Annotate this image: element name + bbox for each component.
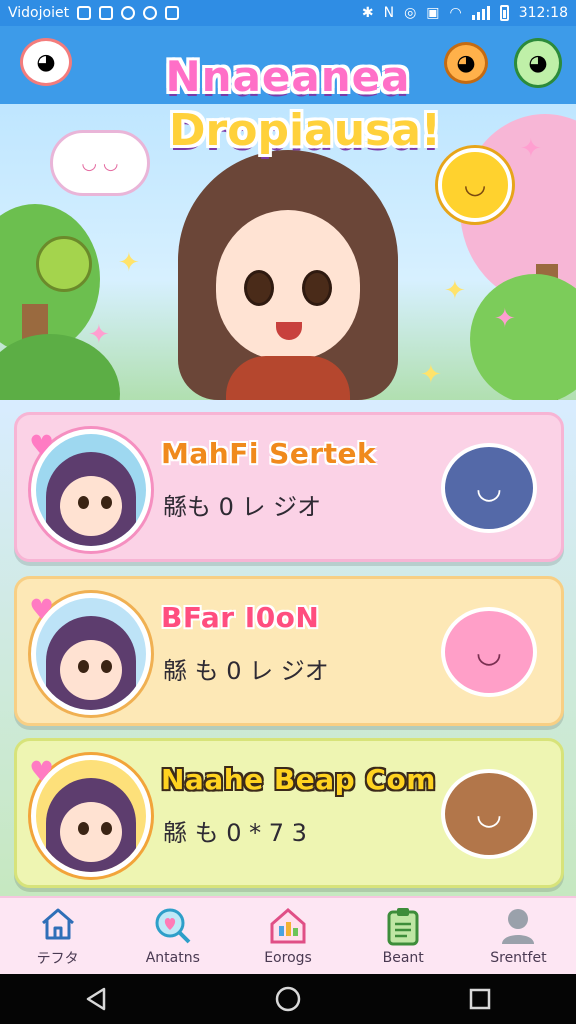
character-card[interactable]: ♥ Naahe Beap Com 緜 も 0 * 7 3 ◡ xyxy=(14,738,564,888)
cat-boy-pet-icon: ◡ xyxy=(441,769,537,859)
recents-icon[interactable] xyxy=(450,979,510,1019)
character-list: ♥ MahFi Sertek 緜も 0 レ ジオ ◡ ♥ BFar I0oN 緜… xyxy=(0,400,576,896)
status-app-label: Vidojoiet xyxy=(8,5,70,21)
battery-icon xyxy=(499,5,509,21)
sun-mascot-icon: ◡ xyxy=(438,148,512,222)
card-subtitle: 緜 も 0 * 7 3 xyxy=(163,819,307,847)
avatar-eye xyxy=(78,822,89,835)
avatar-eye xyxy=(101,496,112,509)
nav-item-eorogs[interactable]: Eorogs xyxy=(230,898,345,974)
card-name: Naahe Beap Com xyxy=(161,763,436,796)
avatar-eye xyxy=(78,660,89,673)
heart-search-icon xyxy=(153,906,193,946)
title-line-1: Nnaeanea xyxy=(165,52,411,101)
avatar-face xyxy=(60,802,122,862)
notification-settings-icon xyxy=(143,6,158,20)
avatar-face xyxy=(60,476,122,536)
status-time: 312:18 xyxy=(518,5,568,21)
character-eye xyxy=(244,270,274,306)
avatar-eye xyxy=(101,660,112,673)
home-icon xyxy=(38,904,78,944)
back-icon[interactable] xyxy=(66,979,126,1019)
sparkle-icon: ✦ xyxy=(420,360,442,390)
character-card[interactable]: ♥ BFar I0oN 緜 も 0 レ ジオ ◡ xyxy=(14,576,564,726)
nav-label: Eorogs xyxy=(264,950,312,966)
character-card[interactable]: ♥ MahFi Sertek 緜も 0 レ ジオ ◡ xyxy=(14,412,564,562)
character-eye xyxy=(302,270,332,306)
app-title: Nnaeanea Dropiausa! xyxy=(0,52,576,156)
nav-item-beant[interactable]: Beant xyxy=(346,898,461,974)
alarm-icon: ◎ xyxy=(404,5,417,21)
heart-icon: ♥ xyxy=(29,429,55,462)
nav-item-home[interactable]: テフタ xyxy=(0,898,115,974)
bird-mascot-icon xyxy=(36,236,92,292)
avatar-eye xyxy=(101,822,112,835)
sparkle-icon: ✦ xyxy=(88,320,110,350)
profile-icon xyxy=(498,906,538,946)
title-line-2: Dropiausa! xyxy=(169,105,441,156)
heart-icon: ♥ xyxy=(29,755,55,788)
nav-label: Antatns xyxy=(145,950,200,966)
clipboard-icon xyxy=(383,906,423,946)
pink-cat-pet-icon: ◡ xyxy=(441,607,537,697)
status-bar: Vidojoiet ✱ N ◎ ▣ ◠ 312:18 xyxy=(0,0,576,26)
nav-item-srentfet[interactable]: Srentfet xyxy=(461,898,576,974)
bottom-navigation: テフタ Antatns Eorogs Beant Srentfet xyxy=(0,896,576,974)
system-navigation-bar xyxy=(0,974,576,1024)
wifi-icon: ◠ xyxy=(449,5,462,21)
avatar-eye xyxy=(78,496,89,509)
green-tree-icon xyxy=(470,274,576,404)
bluetooth-icon: ✱ xyxy=(361,5,374,21)
notification-message-icon xyxy=(99,6,114,20)
nav-label: Beant xyxy=(382,950,424,966)
card-name: MahFi Sertek xyxy=(161,437,377,470)
home-circle-icon[interactable] xyxy=(258,979,318,1019)
vibrate-icon: ▣ xyxy=(426,5,440,21)
no-data-icon: N xyxy=(383,5,395,21)
notification-square-icon xyxy=(165,6,180,20)
signal-icon xyxy=(471,6,490,20)
hero-character xyxy=(178,150,398,436)
sparkle-icon: ✦ xyxy=(118,248,140,278)
nav-item-antatns[interactable]: Antatns xyxy=(115,898,230,974)
heart-icon: ♥ xyxy=(29,593,55,626)
card-name: BFar I0oN xyxy=(161,601,320,634)
sparkle-icon: ✦ xyxy=(444,276,466,306)
nav-label: テフタ xyxy=(36,951,79,967)
card-subtitle: 緜 も 0 レ ジオ xyxy=(163,657,329,685)
notification-app-icon xyxy=(77,6,92,20)
house-chart-icon xyxy=(268,906,308,946)
notification-shield-icon xyxy=(121,6,136,20)
whale-pet-icon: ◡ xyxy=(441,443,537,533)
nav-label: Srentfet xyxy=(490,950,547,966)
sparkle-icon: ✦ xyxy=(494,304,516,334)
avatar-face xyxy=(60,640,122,700)
card-subtitle: 緜も 0 レ ジオ xyxy=(163,493,322,521)
